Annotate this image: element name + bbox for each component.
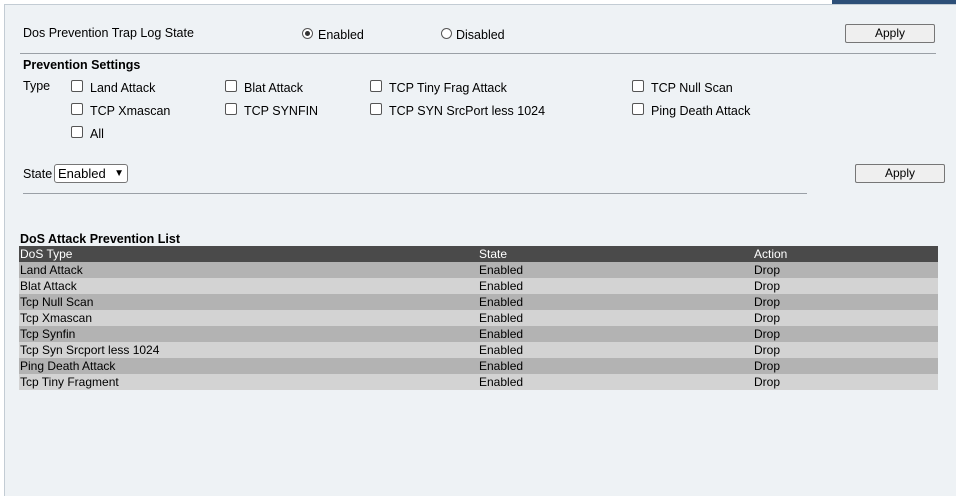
- trap-log-enabled-radio[interactable]: [302, 28, 313, 39]
- cell-dos-type: Tcp Tiny Fragment: [20, 375, 119, 389]
- divider-top: [20, 53, 936, 54]
- table-row: Tcp Xmascan Enabled Drop: [19, 310, 938, 326]
- header-action: Action: [754, 247, 788, 261]
- land-attack-checkbox[interactable]: [71, 80, 83, 92]
- cell-dos-type: Tcp Null Scan: [20, 295, 94, 309]
- prevention-settings-title: Prevention Settings: [23, 58, 141, 72]
- state-select-value: Enabled: [58, 166, 106, 181]
- cell-state: Enabled: [479, 375, 524, 389]
- table-row: Ping Death Attack Enabled Drop: [19, 358, 938, 374]
- cell-state: Enabled: [479, 263, 524, 277]
- cell-dos-type: Tcp Syn Srcport less 1024: [20, 343, 160, 357]
- cell-action: Drop: [754, 343, 781, 357]
- trap-log-enabled-label: Enabled: [318, 28, 364, 42]
- cell-action: Drop: [754, 311, 781, 325]
- tcp-null-scan-checkbox[interactable]: [632, 80, 644, 92]
- prevention-apply-button[interactable]: Apply: [855, 164, 945, 183]
- tcp-synfin-label: TCP SYNFIN: [244, 104, 319, 118]
- dos-prevention-table: DoS Type State Action Land Attack Enable…: [19, 246, 938, 390]
- cell-state: Enabled: [479, 295, 524, 309]
- table-row: Tcp Null Scan Enabled Drop: [19, 294, 938, 310]
- divider-state: [23, 193, 807, 194]
- tcp-null-scan-label: TCP Null Scan: [651, 81, 733, 95]
- header-dos-type: DoS Type: [20, 247, 73, 261]
- cell-dos-type: Land Attack: [20, 263, 83, 277]
- cell-action: Drop: [754, 359, 781, 373]
- state-select[interactable]: Enabled ▼: [54, 164, 128, 183]
- cell-dos-type: Tcp Xmascan: [20, 311, 93, 325]
- trap-log-apply-button[interactable]: Apply: [845, 24, 935, 43]
- all-label: All: [90, 127, 104, 141]
- cell-action: Drop: [754, 279, 781, 293]
- table-row: Blat Attack Enabled Drop: [19, 278, 938, 294]
- tcp-xmascan-label: TCP Xmascan: [90, 104, 171, 118]
- chevron-down-icon: ▼: [114, 168, 124, 179]
- blat-attack-checkbox[interactable]: [225, 80, 237, 92]
- tcp-tiny-frag-label: TCP Tiny Frag Attack: [389, 81, 507, 95]
- cell-action: Drop: [754, 263, 781, 277]
- cell-action: Drop: [754, 295, 781, 309]
- table-row: Tcp Synfin Enabled Drop: [19, 326, 938, 342]
- state-label: State: [23, 167, 53, 181]
- cell-dos-type: Blat Attack: [20, 279, 77, 293]
- cell-dos-type: Tcp Synfin: [20, 327, 76, 341]
- tcp-xmascan-checkbox[interactable]: [71, 103, 83, 115]
- table-row: Tcp Tiny Fragment Enabled Drop: [19, 374, 938, 390]
- land-attack-label: Land Attack: [90, 81, 156, 95]
- cell-state: Enabled: [479, 279, 524, 293]
- cell-state: Enabled: [479, 327, 524, 341]
- cell-action: Drop: [754, 327, 781, 341]
- cell-action: Drop: [754, 375, 781, 389]
- tcp-syn-srcport-checkbox[interactable]: [370, 103, 382, 115]
- ping-death-label: Ping Death Attack: [651, 104, 751, 118]
- table-header-row: DoS Type State Action: [19, 246, 938, 262]
- list-title: DoS Attack Prevention List: [20, 232, 180, 246]
- cell-dos-type: Ping Death Attack: [20, 359, 116, 373]
- tcp-tiny-frag-checkbox[interactable]: [370, 80, 382, 92]
- trap-log-label: Dos Prevention Trap Log State: [23, 26, 194, 40]
- all-checkbox[interactable]: [71, 126, 83, 138]
- cell-state: Enabled: [479, 359, 524, 373]
- trap-log-disabled-label: Disabled: [456, 28, 505, 42]
- cell-state: Enabled: [479, 311, 524, 325]
- type-label: Type: [23, 79, 51, 93]
- header-state: State: [479, 247, 508, 261]
- trap-log-disabled-radio[interactable]: [441, 28, 452, 39]
- table-row: Land Attack Enabled Drop: [19, 262, 938, 278]
- table-row: Tcp Syn Srcport less 1024 Enabled Drop: [19, 342, 938, 358]
- tcp-syn-srcport-label: TCP SYN SrcPort less 1024: [389, 104, 546, 118]
- ping-death-checkbox[interactable]: [632, 103, 644, 115]
- blat-attack-label: Blat Attack: [244, 81, 304, 95]
- tcp-synfin-checkbox[interactable]: [225, 103, 237, 115]
- cell-state: Enabled: [479, 343, 524, 357]
